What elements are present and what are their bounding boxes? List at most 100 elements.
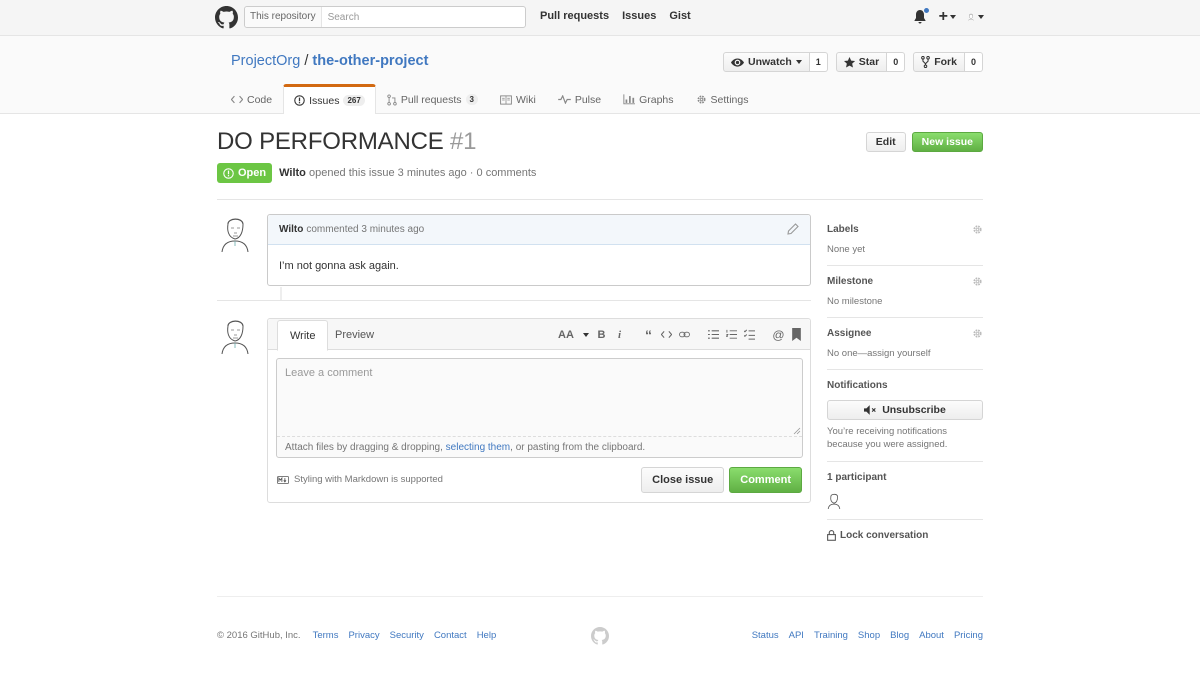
nav-gist[interactable]: Gist bbox=[669, 10, 690, 22]
tab-pull-requests[interactable]: Pull requests 3 bbox=[376, 84, 489, 114]
markdown-support-note[interactable]: Styling with Markdown is supported bbox=[277, 474, 443, 485]
tab-settings[interactable]: Settings bbox=[685, 84, 760, 114]
issue-author-link[interactable]: Wilto bbox=[279, 167, 306, 179]
tab-code[interactable]: Code bbox=[220, 84, 283, 114]
notifications-reason: You’re receiving notifications because y… bbox=[827, 426, 948, 450]
repo-actions: Unwatch 1 Star 0 Fork 0 bbox=[722, 52, 983, 72]
comment-timestamp[interactable]: commented 3 minutes ago bbox=[306, 224, 424, 235]
participant-avatar[interactable] bbox=[827, 492, 841, 509]
bookmark-icon[interactable] bbox=[791, 328, 802, 341]
user-menu-dropdown[interactable] bbox=[968, 8, 984, 26]
repo-name-link[interactable]: the-other-project bbox=[312, 53, 428, 69]
site-header: This repository Pull requests Issues Gis… bbox=[0, 0, 1200, 36]
footer-link-pricing[interactable]: Pricing bbox=[954, 630, 983, 641]
fork-group: Fork 0 bbox=[913, 52, 983, 72]
issues-counter: 267 bbox=[343, 95, 365, 106]
footer-link-training[interactable]: Training bbox=[814, 630, 848, 641]
forks-count[interactable]: 0 bbox=[964, 52, 983, 72]
tab-issues[interactable]: Issues 267 bbox=[283, 84, 376, 114]
caret-down-icon bbox=[978, 15, 984, 19]
pencil-icon[interactable] bbox=[787, 223, 799, 235]
footer-link-api[interactable]: API bbox=[789, 630, 804, 641]
lock-conversation-link[interactable]: Lock conversation bbox=[827, 520, 983, 551]
repo-nav-tabs: Code Issues 267 Pull requests 3 Wiki Pul… bbox=[220, 84, 759, 114]
attach-suffix: , or pasting from the clipboard. bbox=[510, 442, 646, 453]
list-unordered-icon[interactable] bbox=[708, 328, 719, 341]
footer-link-blog[interactable]: Blog bbox=[890, 630, 909, 641]
plus-icon: + bbox=[938, 8, 948, 25]
tab-write[interactable]: Write bbox=[277, 320, 329, 351]
footer-link-security[interactable]: Security bbox=[390, 630, 424, 641]
footer-link-status[interactable]: Status bbox=[752, 630, 779, 641]
footer-divider bbox=[217, 596, 983, 597]
code-icon[interactable] bbox=[661, 328, 672, 341]
fork-label: Fork bbox=[934, 56, 957, 68]
footer-link-privacy[interactable]: Privacy bbox=[348, 630, 379, 641]
github-logo-icon[interactable] bbox=[215, 6, 238, 29]
tab-graphs[interactable]: Graphs bbox=[612, 84, 684, 114]
comment-textarea[interactable] bbox=[277, 359, 802, 437]
nav-issues[interactable]: Issues bbox=[622, 10, 656, 22]
milestone-title: Milestone bbox=[827, 276, 874, 287]
footer-link-contact[interactable]: Contact bbox=[434, 630, 467, 641]
fork-button[interactable]: Fork bbox=[913, 52, 965, 72]
caret-down-icon bbox=[583, 332, 589, 337]
create-new-dropdown[interactable]: + bbox=[939, 8, 956, 26]
milestone-gear-icon[interactable] bbox=[972, 276, 983, 287]
comment-textarea-container: Attach files by dragging & dropping, sel… bbox=[276, 358, 803, 458]
mute-icon bbox=[864, 405, 876, 415]
assignee-value[interactable]: No one—assign yourself bbox=[827, 348, 983, 359]
issue-title-actions: Edit New issue bbox=[865, 132, 983, 152]
github-mark-icon[interactable] bbox=[591, 627, 609, 645]
resize-handle-icon[interactable] bbox=[793, 427, 801, 435]
notifications-bell-button[interactable] bbox=[913, 7, 930, 25]
issue-title-text: DO PERFORMANCE bbox=[217, 128, 444, 155]
star-button[interactable]: Star bbox=[835, 52, 888, 72]
list-ordered-icon[interactable] bbox=[726, 328, 737, 341]
comment-author-link[interactable]: Wilto bbox=[279, 224, 303, 235]
footer-link-shop[interactable]: Shop bbox=[858, 630, 880, 641]
issue-meta-text: Wilto opened this issue 3 minutes ago · … bbox=[279, 167, 536, 179]
search-input[interactable] bbox=[321, 8, 525, 26]
search-scope-badge: This repository bbox=[245, 7, 322, 27]
footer-right-links: Status API Training Shop Blog About Pric… bbox=[752, 630, 983, 641]
comment-header: Wilto commented 3 minutes ago bbox=[268, 215, 810, 245]
tasklist-icon[interactable] bbox=[744, 328, 755, 341]
labels-gear-icon[interactable] bbox=[972, 224, 983, 235]
select-files-link[interactable]: selecting them bbox=[446, 442, 510, 453]
stars-count[interactable]: 0 bbox=[887, 52, 906, 72]
mention-icon[interactable]: @ bbox=[772, 328, 784, 342]
repo-owner-link[interactable]: ProjectOrg bbox=[231, 53, 300, 69]
unwatch-button[interactable]: Unwatch bbox=[722, 52, 810, 72]
assignee-gear-icon[interactable] bbox=[972, 328, 983, 339]
current-user-avatar[interactable] bbox=[220, 316, 250, 354]
footer-link-terms[interactable]: Terms bbox=[313, 630, 339, 641]
tab-pulse[interactable]: Pulse bbox=[547, 84, 612, 114]
tab-settings-label: Settings bbox=[710, 93, 749, 106]
sidebar-labels: Labels None yet bbox=[827, 214, 983, 266]
new-issue-button[interactable]: New issue bbox=[911, 132, 983, 152]
watchers-count[interactable]: 1 bbox=[809, 52, 828, 72]
comment-button[interactable]: Comment bbox=[729, 467, 802, 493]
tab-preview[interactable]: Preview bbox=[323, 319, 386, 350]
close-issue-button[interactable]: Close issue bbox=[641, 467, 725, 493]
git-pull-request-icon bbox=[387, 93, 397, 106]
tab-wiki[interactable]: Wiki bbox=[489, 84, 547, 114]
footer-link-help[interactable]: Help bbox=[477, 630, 497, 641]
bold-icon[interactable]: B bbox=[596, 328, 607, 341]
text-size-icon[interactable]: AA bbox=[556, 328, 576, 341]
comment-author-avatar[interactable] bbox=[220, 214, 250, 252]
edit-title-button[interactable]: Edit bbox=[865, 132, 906, 152]
link-icon[interactable] bbox=[679, 328, 690, 341]
nav-pull-requests[interactable]: Pull requests bbox=[540, 10, 609, 22]
star-group: Star 0 bbox=[835, 52, 906, 72]
italic-icon[interactable]: i bbox=[614, 328, 625, 341]
markdown-icon bbox=[277, 475, 289, 484]
footer-link-about[interactable]: About bbox=[919, 630, 944, 641]
labels-title: Labels bbox=[827, 224, 859, 235]
tab-issues-label: Issues bbox=[309, 94, 340, 107]
unsubscribe-button[interactable]: Unsubscribe bbox=[827, 400, 983, 420]
quote-icon[interactable]: “ bbox=[643, 327, 654, 343]
attach-files-note: Attach files by dragging & dropping, sel… bbox=[285, 442, 645, 453]
sidebar-notifications: Notifications Unsubscribe You’re receivi… bbox=[827, 370, 983, 462]
